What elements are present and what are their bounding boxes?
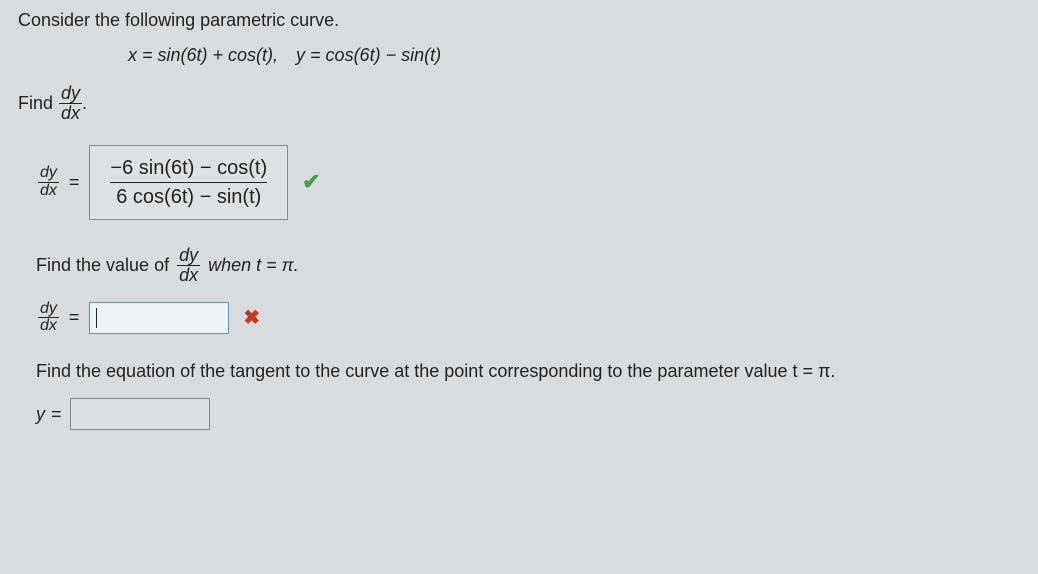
dy-dx-lhs-num: dy [38, 165, 59, 182]
dy-dx-value-lhs-den: dx [38, 317, 59, 335]
y-label: y [36, 404, 45, 425]
dy-dx-rhs-den: 6 cos(6t) − sin(t) [110, 182, 267, 209]
dy-dx-value-row: dy dx = ✖ [38, 301, 1020, 336]
dy-dx-rhs-num: −6 sin(6t) − cos(t) [104, 156, 273, 182]
find-dy-dx-prompt: Find dy dx . [18, 84, 1020, 123]
tangent-prompt: Find the equation of the tangent to the … [36, 361, 1020, 382]
equals-sign: = [69, 307, 80, 328]
dy-dx-value-input[interactable] [89, 302, 229, 334]
tangent-answer-row: y = [36, 398, 1020, 430]
problem-prompt: Consider the following parametric curve. [18, 10, 1020, 31]
equals-sign: = [69, 172, 80, 193]
check-icon: ✔ [302, 169, 320, 195]
dy-dx-value-lhs-num: dy [38, 301, 59, 318]
tangent-answer-input[interactable] [70, 398, 210, 430]
text-cursor [96, 308, 97, 328]
dy-dx-answer-row: dy dx = −6 sin(6t) − cos(t) 6 cos(6t) − … [38, 145, 1020, 220]
parametric-equations: x = sin(6t) + cos(t), y = cos(6t) − sin(… [128, 45, 1020, 66]
dy-dx-answer-box[interactable]: −6 sin(6t) − cos(t) 6 cos(6t) − sin(t) [89, 145, 288, 220]
dy-dx-lhs-den: dx [38, 182, 59, 200]
find-value-prompt: Find the value of dy dx when t = π. [36, 246, 1020, 285]
cross-icon: ✖ [243, 305, 260, 330]
equals-sign: = [51, 404, 62, 425]
